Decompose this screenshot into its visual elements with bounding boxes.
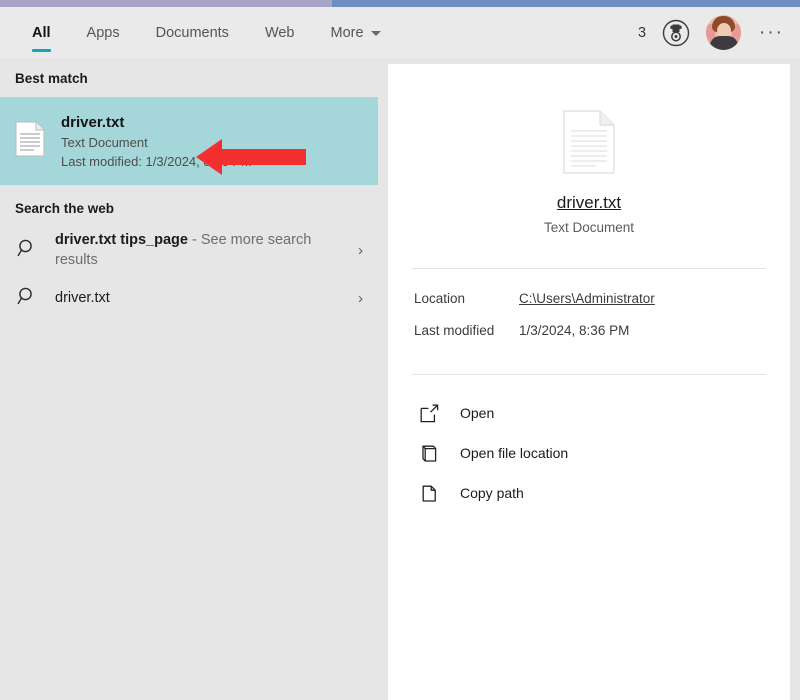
meta-row-location: Location C:\Users\Administrator (414, 291, 790, 323)
tab-web[interactable]: Web (247, 7, 313, 58)
action-open[interactable]: Open (420, 393, 790, 433)
web-result-query-1: driver.txt tips_page (55, 232, 188, 248)
chevron-right-icon[interactable]: › (350, 242, 363, 259)
action-open-file-location[interactable]: Open file location (420, 433, 790, 473)
tab-all-label: All (32, 24, 51, 41)
background-window-left (0, 0, 332, 7)
meta-label-location: Location (414, 291, 466, 306)
avatar[interactable] (706, 15, 742, 50)
preview-card: driver.txt Text Document Location C:\Use… (388, 64, 790, 700)
tab-documents[interactable]: Documents (138, 7, 247, 58)
web-result-item-2[interactable]: driver.txt › (0, 276, 378, 320)
result-last-modified: Last modified: 1/3/2024, 8:36 PM (61, 153, 252, 169)
meta-value-location[interactable]: C:\Users\Administrator (519, 291, 655, 306)
text-document-icon (15, 121, 45, 162)
result-subtitle: Text Document (61, 134, 148, 150)
tab-more[interactable]: More (313, 7, 399, 58)
preview-filetype: Text Document (543, 220, 635, 235)
tab-web-label: Web (264, 24, 295, 41)
result-item-driver-txt[interactable]: driver.txt Text Document Last modified: … (0, 97, 378, 185)
tab-apps-label: Apps (86, 24, 120, 41)
tab-apps[interactable]: Apps (69, 7, 138, 58)
action-open-label: Open (460, 405, 495, 421)
text-document-icon-large (563, 110, 615, 179)
search-icon (17, 238, 37, 263)
background-window-sliver (0, 0, 800, 7)
search-the-web-heading: Search the web (15, 201, 115, 216)
search-filter-tabs: All Apps Documents Web More (0, 7, 399, 58)
header-right-cluster: 3 ··· (638, 7, 800, 58)
award-medal-icon[interactable] (662, 19, 690, 47)
preview-metadata-list: Location C:\Users\Administrator Last mod… (388, 269, 790, 355)
result-text-block: driver.txt Text Document Last modified: … (61, 114, 252, 169)
rewards-count: 3 (637, 24, 647, 41)
search-header: All Apps Documents Web More 3 ··· (0, 7, 800, 58)
web-result-item-1[interactable]: driver.txt tips_page - See more search r… (0, 224, 378, 276)
result-title: driver.txt (61, 113, 125, 131)
copy-icon (420, 484, 446, 503)
results-pane: Best match driver.txt Text Document Last… (0, 58, 378, 700)
tab-documents-label: Documents (155, 24, 229, 41)
search-icon (17, 286, 37, 311)
preview-actions-list: Open Open file location Copy path (388, 375, 790, 513)
tab-more-label: More (330, 24, 364, 41)
meta-row-last-modified: Last modified 1/3/2024, 8:36 PM (414, 323, 790, 355)
web-result-query-2: driver.txt (55, 290, 110, 306)
search-body: Best match driver.txt Text Document Last… (0, 58, 800, 700)
background-window-right (332, 0, 800, 7)
web-result-label-2: driver.txt (55, 288, 110, 308)
action-copy-path-label: Copy path (460, 485, 524, 501)
folder-open-icon (420, 444, 446, 463)
open-external-icon (420, 404, 446, 423)
windows-search-panel: All Apps Documents Web More 3 ··· Best m… (0, 0, 800, 700)
overflow-menu-button[interactable]: ··· (757, 23, 786, 42)
web-result-label-1: driver.txt tips_page - See more search r… (55, 230, 323, 270)
best-match-heading: Best match (15, 71, 88, 86)
avatar-body (710, 36, 739, 50)
preview-pane: driver.txt Text Document Location C:\Use… (378, 58, 800, 700)
action-copy-path[interactable]: Copy path (420, 473, 790, 513)
tab-all[interactable]: All (14, 7, 69, 58)
chevron-right-icon[interactable]: › (350, 290, 363, 307)
meta-label-last-modified: Last modified (414, 323, 495, 338)
chevron-down-icon (370, 31, 381, 36)
meta-value-last-modified: 1/3/2024, 8:36 PM (519, 323, 630, 338)
action-open-file-location-label: Open file location (460, 445, 569, 461)
preview-header: driver.txt Text Document (388, 64, 790, 235)
preview-filename[interactable]: driver.txt (557, 193, 621, 213)
